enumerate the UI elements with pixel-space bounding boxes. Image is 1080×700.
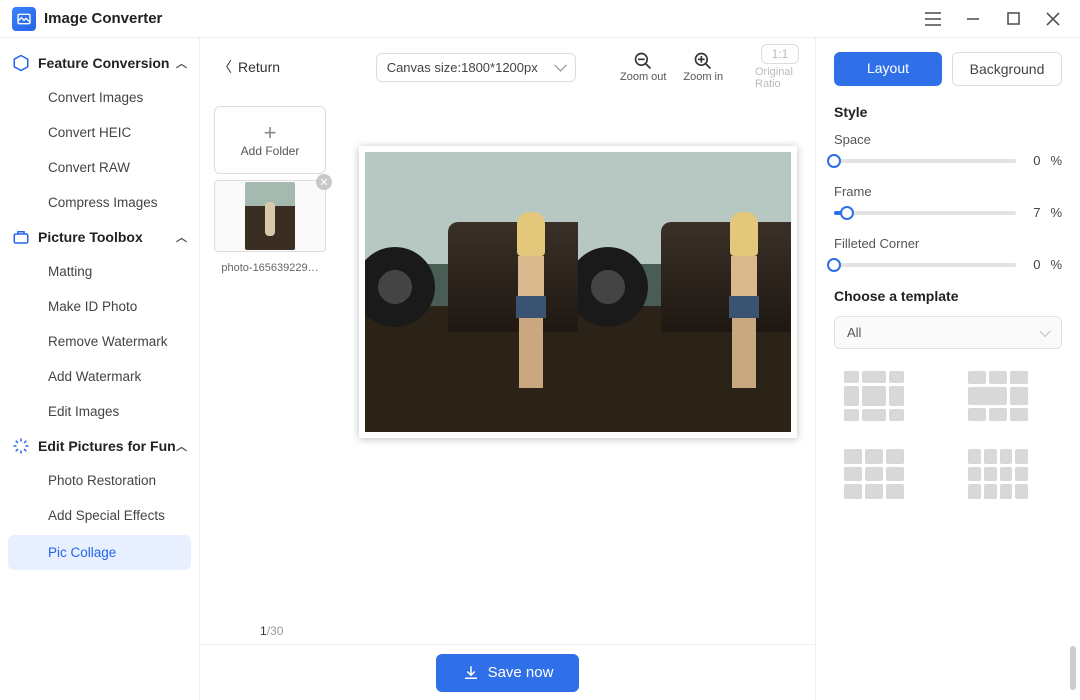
canvas-area[interactable] xyxy=(340,96,815,618)
sidebar-item-matting[interactable]: Matting xyxy=(0,254,199,289)
sidebar-item-convert-raw[interactable]: Convert RAW xyxy=(0,150,199,185)
right-panel: Layout Background Style Space 0 % Frame … xyxy=(816,38,1080,700)
frame-label: Frame xyxy=(834,184,1062,199)
add-folder-label: Add Folder xyxy=(241,144,300,158)
sidebar-section-label: Feature Conversion xyxy=(38,55,169,71)
frame-value: 7 xyxy=(1026,205,1040,220)
sidebar-section-edit-pictures-fun[interactable]: Edit Pictures for Fun ︿ xyxy=(0,429,199,463)
thumbnail-item[interactable]: ✕ xyxy=(214,180,326,252)
thumbnails-column: + Add Folder ✕ photo-165639229… xyxy=(200,96,340,618)
zoom-in-label: Zoom in xyxy=(683,71,723,83)
space-slider[interactable] xyxy=(834,159,1016,163)
sidebar-section-label: Edit Pictures for Fun xyxy=(38,438,176,454)
collage-cell-left xyxy=(365,152,578,432)
chevron-up-icon: ︿ xyxy=(176,229,187,245)
zoom-in-button[interactable]: Zoom in xyxy=(678,51,728,83)
counter-total: /30 xyxy=(267,624,284,638)
template-option-4[interactable] xyxy=(968,449,1028,499)
space-unit: % xyxy=(1050,153,1062,168)
zoom-out-icon xyxy=(633,51,653,71)
template-option-2[interactable] xyxy=(968,371,1028,421)
chevron-up-icon: ︿ xyxy=(176,438,187,454)
sidebar-item-make-id-photo[interactable]: Make ID Photo xyxy=(0,289,199,324)
canvas-size-label: Canvas size: xyxy=(387,60,461,75)
template-option-3[interactable] xyxy=(844,449,904,499)
canvas-size-dropdown[interactable]: Canvas size:1800*1200px xyxy=(376,53,576,82)
save-now-button[interactable]: Save now xyxy=(436,654,580,692)
sidebar-section-label: Picture Toolbox xyxy=(38,229,143,245)
corner-value: 0 xyxy=(1026,257,1040,272)
sidebar: Feature Conversion ︿ Convert Images Conv… xyxy=(0,38,200,700)
editor-toolbar: 〈 Return Canvas size:1800*1200px Zoom ou… xyxy=(200,38,815,96)
zoom-in-icon xyxy=(693,51,713,71)
maximize-button[interactable] xyxy=(998,4,1028,34)
chevron-left-icon: 〈 xyxy=(218,57,232,77)
original-ratio-button[interactable]: 1:1 Original Ratio xyxy=(755,44,805,90)
frame-slider[interactable] xyxy=(834,211,1016,215)
minimize-button[interactable] xyxy=(958,4,988,34)
space-value: 0 xyxy=(1026,153,1040,168)
corner-unit: % xyxy=(1050,257,1062,272)
template-filter-dropdown[interactable]: All xyxy=(834,316,1062,349)
center-panel: 〈 Return Canvas size:1800*1200px Zoom ou… xyxy=(200,38,816,700)
return-button[interactable]: 〈 Return xyxy=(210,53,288,81)
hamburger-menu-icon[interactable] xyxy=(918,4,948,34)
sidebar-item-edit-images[interactable]: Edit Images xyxy=(0,394,199,429)
app-logo-icon xyxy=(12,7,36,31)
corner-label: Filleted Corner xyxy=(834,236,1062,251)
chevron-up-icon: ︿ xyxy=(176,55,187,71)
sidebar-item-photo-restoration[interactable]: Photo Restoration xyxy=(0,463,199,498)
right-tabs: Layout Background xyxy=(834,52,1062,86)
template-section-title: Choose a template xyxy=(834,288,1062,304)
save-row: Save now xyxy=(200,644,815,700)
corner-slider-row: 0 % xyxy=(834,257,1062,272)
sidebar-item-remove-watermark[interactable]: Remove Watermark xyxy=(0,324,199,359)
sidebar-item-compress-images[interactable]: Compress Images xyxy=(0,185,199,220)
template-filter-value: All xyxy=(847,325,861,340)
download-icon xyxy=(462,664,480,682)
style-section-title: Style xyxy=(834,104,1062,120)
zoom-out-button[interactable]: Zoom out xyxy=(618,51,668,83)
sidebar-item-add-watermark[interactable]: Add Watermark xyxy=(0,359,199,394)
sidebar-item-convert-images[interactable]: Convert Images xyxy=(0,80,199,115)
space-slider-row: 0 % xyxy=(834,153,1062,168)
hexagon-icon xyxy=(12,54,30,72)
sidebar-item-add-special-effects[interactable]: Add Special Effects xyxy=(0,498,199,533)
counter-current: 1 xyxy=(260,624,267,638)
sidebar-item-pic-collage[interactable]: Pic Collage xyxy=(8,535,191,570)
page-counter: 1/30 xyxy=(200,618,815,644)
add-folder-button[interactable]: + Add Folder xyxy=(214,106,326,174)
canvas-size-value: 1800*1200px xyxy=(461,60,538,75)
tab-layout[interactable]: Layout xyxy=(834,52,942,86)
ratio-value: 1:1 xyxy=(761,44,800,64)
thumbnail-remove-icon[interactable]: ✕ xyxy=(316,174,332,190)
templates-grid xyxy=(834,367,1062,503)
scrollbar-thumb[interactable] xyxy=(1070,646,1076,690)
sidebar-item-convert-heic[interactable]: Convert HEIC xyxy=(0,115,199,150)
main-area: Feature Conversion ︿ Convert Images Conv… xyxy=(0,38,1080,700)
save-label: Save now xyxy=(488,664,554,681)
corner-slider[interactable] xyxy=(834,263,1016,267)
frame-unit: % xyxy=(1050,205,1062,220)
collage-preview[interactable] xyxy=(359,146,797,438)
titlebar: Image Converter xyxy=(0,0,1080,38)
sidebar-section-feature-conversion[interactable]: Feature Conversion ︿ xyxy=(0,46,199,80)
thumbnail-image xyxy=(214,180,326,252)
close-button[interactable] xyxy=(1038,4,1068,34)
plus-icon: + xyxy=(264,122,277,144)
thumbnail-filename: photo-165639229… xyxy=(214,262,326,274)
sparkle-icon xyxy=(12,437,30,455)
space-label: Space xyxy=(834,132,1062,147)
return-label: Return xyxy=(238,59,280,75)
original-ratio-label: Original Ratio xyxy=(755,66,805,90)
template-option-1[interactable] xyxy=(844,371,904,421)
zoom-out-label: Zoom out xyxy=(620,71,666,83)
tab-background[interactable]: Background xyxy=(952,52,1062,86)
collage-cell-right xyxy=(578,152,791,432)
sidebar-section-picture-toolbox[interactable]: Picture Toolbox ︿ xyxy=(0,220,199,254)
frame-slider-row: 7 % xyxy=(834,205,1062,220)
toolbox-icon xyxy=(12,228,30,246)
app-title: Image Converter xyxy=(44,10,162,27)
center-body: + Add Folder ✕ photo-165639229… xyxy=(200,96,815,618)
